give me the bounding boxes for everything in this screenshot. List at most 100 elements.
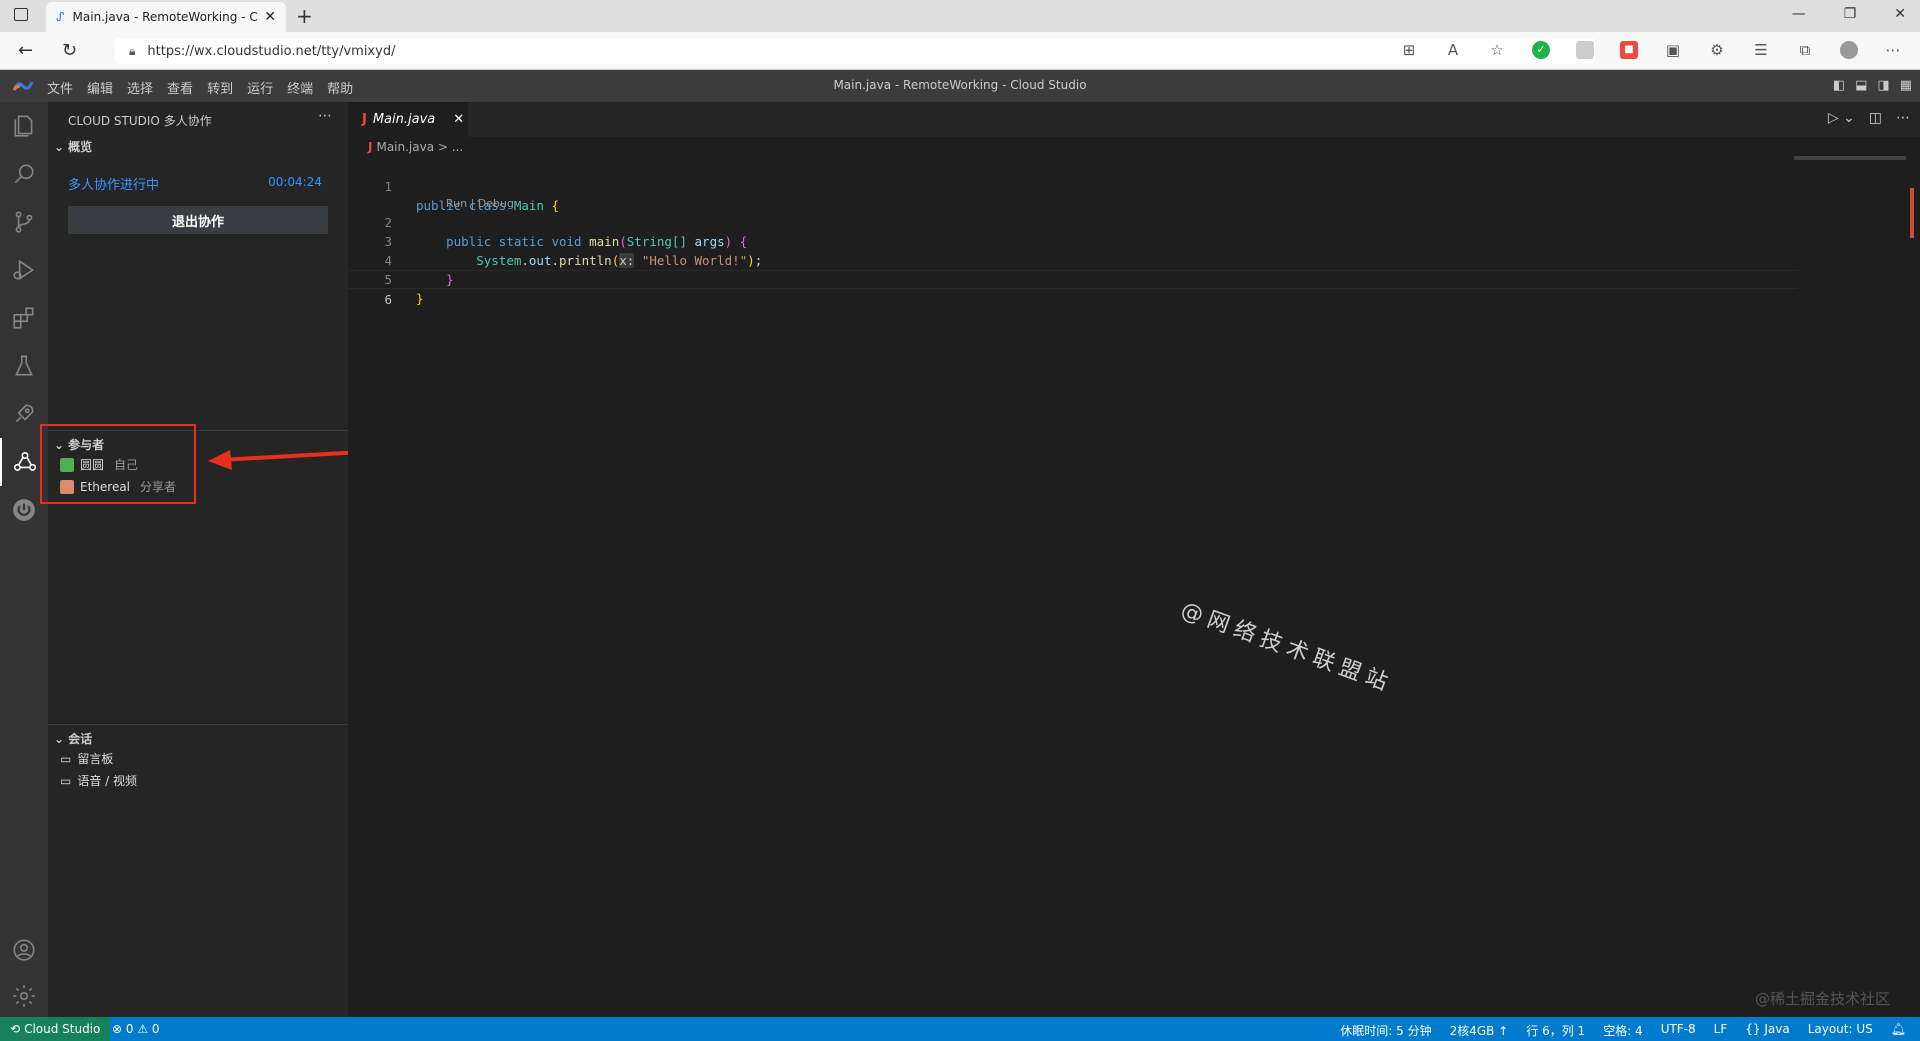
session-header-label: 会话	[68, 732, 93, 746]
overview-header-label: 概览	[68, 140, 93, 154]
extension-red-icon[interactable]: ■	[1620, 41, 1638, 59]
close-window-icon[interactable]: ✕	[1894, 6, 1906, 22]
menu-selection[interactable]: 选择	[127, 78, 153, 97]
menu-edit[interactable]: 编辑	[87, 78, 113, 97]
code-line: 1 public class Main {	[348, 158, 1798, 213]
code-line: 3 System.out.println(x: "Hello World!");	[348, 213, 1798, 268]
back-icon[interactable]: ←	[18, 40, 33, 61]
keyboard-layout-status[interactable]: Layout: US	[1808, 1022, 1873, 1039]
remote-indicator[interactable]: ⟲ Cloud Studio	[0, 1017, 111, 1041]
menu-go[interactable]: 转到	[207, 78, 233, 97]
video-icon: ▭	[60, 773, 72, 788]
voice-video-item[interactable]: ▭ 语音 / 视频	[60, 772, 137, 789]
close-editor-icon[interactable]: ✕	[453, 112, 464, 127]
favorite-icon[interactable]: ☆	[1488, 41, 1506, 59]
collab-sidebar: CLOUD STUDIO 多人协作 ⋯ ⌄ 概览 多人协作进行中 00:04:2…	[48, 102, 348, 1017]
toggle-panel-icon[interactable]: ⬓	[1855, 78, 1867, 93]
sleep-time-status[interactable]: 休眠时间: 5 分钟	[1340, 1022, 1431, 1039]
exit-collab-button[interactable]: 退出协作	[68, 206, 328, 234]
sidebar-title: CLOUD STUDIO 多人协作	[68, 114, 212, 128]
restore-icon[interactable]: ❐	[1844, 6, 1857, 22]
extension-gray-icon[interactable]	[1576, 41, 1594, 59]
browser-tab[interactable]: ᔑ Main.java - RemoteWorking - Cl ✕	[46, 2, 286, 32]
status-items: 休眠时间: 5 分钟 2核4GB ↑ 行 6，列 1 空格: 4 UTF-8 L…	[1340, 1022, 1906, 1039]
menu-help[interactable]: 帮助	[327, 78, 353, 97]
favorites-list-icon[interactable]: ☰	[1752, 41, 1770, 59]
scrollbar-marker[interactable]	[1910, 188, 1914, 238]
testing-icon[interactable]	[0, 342, 48, 390]
activity-bar	[0, 102, 48, 1017]
minimap[interactable]	[1794, 156, 1906, 160]
indentation-status[interactable]: 空格: 4	[1603, 1022, 1643, 1039]
extension-doc-icon[interactable]: ▣	[1664, 41, 1682, 59]
breadcrumb-text: Main.java > ...	[376, 140, 464, 154]
code-editor: J Main.java ✕ ▷ ⌄ ◫ ⋯ J Main.java > ... …	[348, 102, 1920, 1017]
message-board-item[interactable]: ▭ 留言板	[60, 750, 113, 767]
read-aloud-icon[interactable]: A	[1444, 41, 1462, 59]
overview-section-header[interactable]: ⌄ 概览	[54, 138, 92, 155]
eol-status[interactable]: LF	[1714, 1022, 1728, 1039]
message-board-label: 留言板	[77, 752, 114, 766]
java-file-icon: J	[368, 140, 373, 154]
editor-more-icon[interactable]: ⋯	[1896, 110, 1910, 126]
url-bar[interactable]: 🔒︎ https://wx.cloudstudio.net/tty/vmixyd…	[115, 38, 1595, 64]
split-editor-icon[interactable]: ◫	[1869, 110, 1882, 126]
session-section-header[interactable]: ⌄ 会话	[54, 730, 92, 747]
voice-video-label: 语音 / 视频	[77, 774, 138, 788]
language-status[interactable]: {} Java	[1745, 1022, 1789, 1039]
extensions-icon[interactable]: ⚙	[1708, 41, 1726, 59]
menu-terminal[interactable]: 终端	[287, 78, 313, 97]
code-area[interactable]: 1 public class Main { Run | Debug 2 publ…	[348, 158, 1798, 307]
profile-avatar[interactable]	[1840, 41, 1858, 59]
toggle-sidebar-icon[interactable]: ◧	[1833, 78, 1845, 93]
run-debug-icon[interactable]	[0, 246, 48, 294]
account-icon[interactable]	[0, 926, 48, 974]
toggle-secondary-sidebar-icon[interactable]: ◨	[1877, 78, 1889, 93]
cloudstudio-favicon-icon: ᔑ	[56, 10, 65, 24]
annotation-highlight-box	[40, 424, 196, 504]
browser-tab-strip: ᔑ Main.java - RemoteWorking - Cl ✕ + — ❐…	[0, 0, 1920, 32]
minimize-icon[interactable]: —	[1792, 6, 1806, 22]
run-icon[interactable]: ▷ ⌄	[1828, 110, 1855, 126]
more-actions-icon[interactable]: ⋯	[318, 108, 332, 124]
codelens-line: Run | Debug	[348, 177, 1798, 210]
machine-spec-status[interactable]: 2核4GB ↑	[1450, 1022, 1509, 1039]
browser-tab-title: Main.java - RemoteWorking - Cl	[72, 10, 259, 24]
code-line: 2 public static void main(String[] args)…	[348, 194, 1798, 249]
source-control-icon[interactable]	[0, 198, 48, 246]
menu-bar: 文件 编辑 选择 查看 转到 运行 终端 帮助	[47, 78, 353, 97]
search-icon[interactable]	[0, 150, 48, 198]
layout-controls: ◧ ⬓ ◨ ▦	[1833, 78, 1912, 93]
refresh-icon[interactable]: ↻	[62, 40, 77, 61]
tab-actions-icon[interactable]	[14, 8, 28, 21]
extensions-view-icon[interactable]	[0, 294, 48, 342]
editor-tab-main-java[interactable]: J Main.java ✕	[348, 102, 468, 137]
breadcrumb[interactable]: J Main.java > ...	[368, 140, 463, 154]
menu-file[interactable]: 文件	[47, 78, 73, 97]
status-bar: ⟲ Cloud Studio ⊗ 0 ⚠ 0 休眠时间: 5 分钟 2核4GB …	[0, 1017, 1920, 1041]
extension-green-icon[interactable]: ✓	[1532, 41, 1550, 59]
code-line-current: 6	[348, 270, 1798, 307]
chevron-down-icon: ⌄	[54, 731, 65, 746]
juejin-watermark: @稀土掘金技术社区	[1754, 990, 1890, 1008]
apps-icon[interactable]: ⊞	[1400, 41, 1418, 59]
more-icon[interactable]: ⋯	[1884, 41, 1902, 59]
collab-status: 多人协作进行中	[68, 178, 160, 193]
close-tab-icon[interactable]: ✕	[264, 9, 276, 25]
customize-layout-icon[interactable]: ▦	[1900, 78, 1912, 93]
editor-actions: ▷ ⌄ ◫ ⋯	[1828, 110, 1910, 126]
section-divider	[48, 724, 348, 725]
java-file-icon: J	[362, 112, 367, 127]
explorer-icon[interactable]	[0, 102, 48, 150]
new-tab-icon[interactable]: +	[296, 4, 313, 28]
line-number: 6	[384, 292, 392, 307]
collections-icon[interactable]: ⧉	[1796, 41, 1814, 59]
cursor-position-status[interactable]: 行 6，列 1	[1526, 1022, 1585, 1039]
menu-run[interactable]: 运行	[247, 78, 273, 97]
problems-indicator[interactable]: ⊗ 0 ⚠ 0	[112, 1022, 160, 1036]
notifications-bell-icon[interactable]: 🔔︎	[1891, 1022, 1906, 1039]
collab-timer: 00:04:24	[268, 175, 322, 189]
menu-view[interactable]: 查看	[167, 78, 193, 97]
encoding-status[interactable]: UTF-8	[1661, 1022, 1696, 1039]
settings-gear-icon[interactable]	[0, 972, 48, 1020]
